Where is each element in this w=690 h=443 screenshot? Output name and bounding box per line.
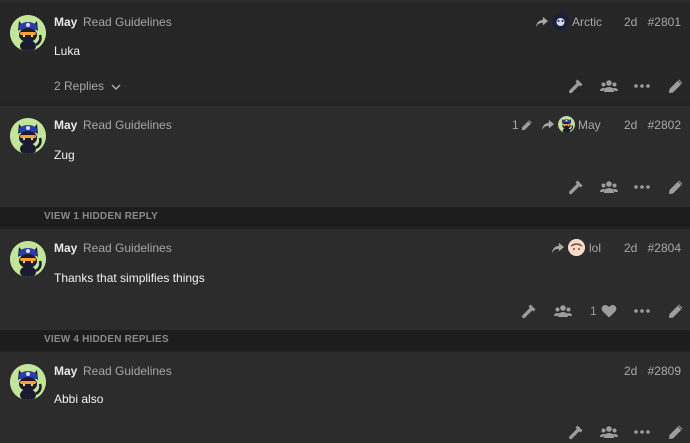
post-body: Zug xyxy=(54,148,75,162)
chevron-down-icon xyxy=(111,84,121,90)
post-2809: May Read Guidelines 2d #2809 Abbi also xyxy=(0,352,690,443)
avatar[interactable] xyxy=(10,118,46,154)
post-number[interactable]: #2804 xyxy=(648,241,681,255)
reply-to-avatar[interactable] xyxy=(558,116,575,133)
more-dots-icon[interactable] xyxy=(634,185,650,189)
reply-to-avatar[interactable] xyxy=(568,239,585,256)
user-title: Read Guidelines xyxy=(83,241,172,255)
edit-pencil-icon[interactable] xyxy=(668,303,684,319)
edit-pencil-icon[interactable] xyxy=(668,78,684,94)
view-hidden-replies[interactable]: VIEW 1 HIDDEN REPLY xyxy=(44,211,158,222)
heart-icon[interactable] xyxy=(601,304,617,318)
edit-pencil-icon[interactable] xyxy=(668,179,684,195)
reply-to-avatar[interactable] xyxy=(552,13,569,30)
more-dots-icon[interactable] xyxy=(634,309,650,313)
user-title: Read Guidelines xyxy=(83,364,172,378)
post-number[interactable]: #2809 xyxy=(648,364,681,378)
post-number[interactable]: #2802 xyxy=(648,118,681,132)
reply-to-name[interactable]: lol xyxy=(589,241,601,255)
reply-to-icon xyxy=(535,16,549,28)
post-body: Thanks that simplifies things xyxy=(54,271,205,285)
hammer-icon[interactable] xyxy=(521,303,537,319)
reply-to-name[interactable]: Arctic xyxy=(572,15,602,29)
more-dots-icon[interactable] xyxy=(634,84,650,88)
username[interactable]: May xyxy=(54,241,77,255)
post-2802: May Read Guidelines 1 May 2d #2802 Zug xyxy=(0,106,690,207)
post-age[interactable]: 2d xyxy=(624,364,637,378)
replies-label: 2 Replies xyxy=(54,79,105,93)
post-age[interactable]: 2d xyxy=(624,15,637,29)
user-title: Read Guidelines xyxy=(83,15,172,29)
hammer-icon[interactable] xyxy=(568,179,584,195)
post-2804: May Read Guidelines lol 2d #2804 Thanks … xyxy=(0,229,690,330)
hammer-icon[interactable] xyxy=(568,424,584,440)
hammer-icon[interactable] xyxy=(568,78,584,94)
like-count[interactable]: 1 xyxy=(590,304,597,318)
group-icon[interactable] xyxy=(600,180,618,194)
username[interactable]: May xyxy=(54,15,77,29)
user-title: Read Guidelines xyxy=(83,118,172,132)
reply-to-name[interactable]: May xyxy=(578,118,601,132)
hidden-replies-bar[interactable]: VIEW 4 HIDDEN REPLIES xyxy=(0,330,690,350)
post-2801: May Read Guidelines Arctic 2d #2801 Luka… xyxy=(0,3,690,102)
replies-button[interactable]: 2 Replies xyxy=(54,79,121,93)
avatar[interactable] xyxy=(10,364,46,400)
edit-count[interactable]: 1 xyxy=(512,118,519,132)
view-hidden-replies[interactable]: VIEW 4 HIDDEN REPLIES xyxy=(44,334,169,345)
group-icon[interactable] xyxy=(600,425,618,439)
avatar[interactable] xyxy=(10,241,46,277)
avatar[interactable] xyxy=(10,15,46,51)
username[interactable]: May xyxy=(54,118,77,132)
post-body: Luka xyxy=(54,44,81,58)
hidden-replies-bar[interactable]: VIEW 1 HIDDEN REPLY xyxy=(0,207,690,227)
reply-to-icon xyxy=(551,242,565,254)
more-dots-icon[interactable] xyxy=(634,430,650,434)
post-number[interactable]: #2801 xyxy=(648,15,681,29)
group-icon[interactable] xyxy=(600,79,618,93)
post-body: Abbi also xyxy=(54,392,104,406)
post-age[interactable]: 2d xyxy=(624,241,637,255)
edit-pencil-icon[interactable] xyxy=(668,424,684,440)
reply-to-icon xyxy=(541,119,555,131)
edit-history-icon[interactable] xyxy=(521,119,533,131)
post-age[interactable]: 2d xyxy=(624,118,637,132)
username[interactable]: May xyxy=(54,364,77,378)
group-icon[interactable] xyxy=(554,304,572,318)
